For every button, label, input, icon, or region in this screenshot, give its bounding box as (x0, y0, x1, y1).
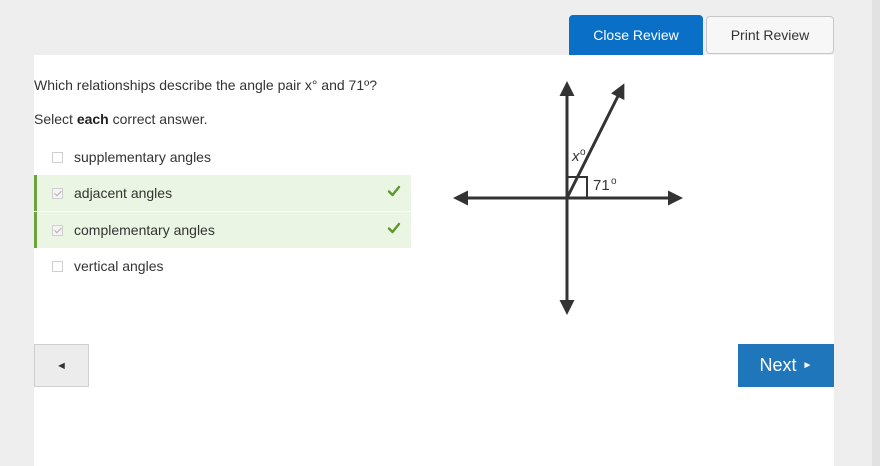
answer-option-supplementary[interactable]: supplementary angles (34, 139, 411, 175)
x-degree-symbol: o (580, 147, 586, 158)
checkbox[interactable] (52, 260, 63, 272)
checkbox[interactable] (52, 151, 63, 163)
next-label: Next (759, 355, 797, 375)
instruction-prefix: Select (34, 111, 77, 127)
instruction-suffix: correct answer. (108, 111, 208, 127)
page: Close Review Print Review Which relation… (0, 0, 880, 466)
answer-option-adjacent[interactable]: adjacent angles (34, 175, 411, 211)
answer-option-complementary[interactable]: complementary angles (34, 212, 411, 248)
question-panel: Which relationships describe the angle p… (34, 55, 834, 466)
instruction-bold: each (76, 111, 109, 127)
angle-71-label: 71 (593, 177, 610, 194)
x-angle-label: x (571, 148, 580, 165)
angle-71-degree-symbol: o (611, 176, 617, 187)
checkbox-checked[interactable] (52, 224, 63, 236)
correct-check-icon (387, 185, 401, 197)
scrollbar[interactable] (872, 0, 880, 466)
instruction: Select each correct answer. (34, 111, 208, 127)
option-label: supplementary angles (74, 149, 211, 165)
option-label: adjacent angles (74, 185, 173, 201)
angle-diagram: x o 71 o (453, 81, 683, 315)
option-label: complementary angles (74, 222, 215, 238)
next-arrow-icon: ► (802, 360, 813, 371)
next-button[interactable]: Next ► (738, 344, 834, 387)
close-review-button[interactable]: Close Review (569, 15, 703, 55)
correct-check-icon (387, 222, 401, 234)
option-label: vertical angles (74, 258, 164, 274)
print-review-button[interactable]: Print Review (706, 16, 834, 54)
answer-option-vertical[interactable]: vertical angles (34, 248, 411, 284)
previous-button[interactable]: ◄ (34, 344, 89, 387)
question-prompt: Which relationships describe the angle p… (34, 77, 378, 93)
checkbox-checked[interactable] (52, 187, 63, 199)
